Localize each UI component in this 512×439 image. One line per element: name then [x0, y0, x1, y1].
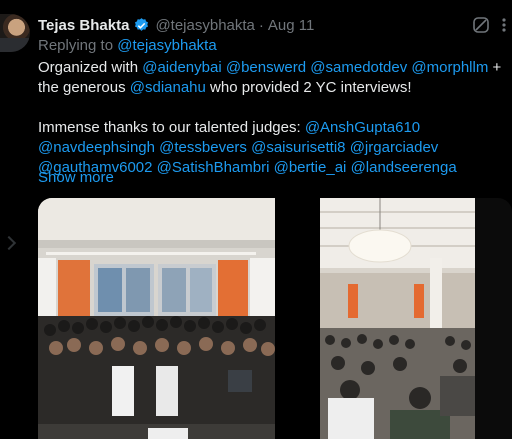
grok-icon[interactable]: [472, 16, 490, 34]
mention-link[interactable]: @jrgarciadev: [350, 139, 439, 156]
author-handle[interactable]: @tejasybhakta: [155, 17, 254, 34]
reply-mention-link[interactable]: @tejasybhakta: [117, 37, 216, 54]
avatar[interactable]: [0, 14, 30, 52]
mention-link[interactable]: @morphllm: [411, 59, 488, 76]
mention-link[interactable]: @aidenybai: [142, 59, 221, 76]
text-segment: Immense thanks to our talented judges:: [38, 119, 305, 136]
tweet[interactable]: Tejas Bhakta @tejasybhakta · Aug 11 Repl…: [0, 0, 512, 439]
mention-link[interactable]: @benswerd: [226, 59, 306, 76]
author-name[interactable]: Tejas Bhakta: [38, 17, 129, 34]
reply-context: Replying to @tejasybhakta: [38, 37, 217, 54]
mention-link[interactable]: @bertie_ai: [274, 159, 347, 176]
mention-link[interactable]: @samedotdev: [310, 59, 407, 76]
tweet-text: Organized with @aidenybai @benswerd @sam…: [38, 58, 508, 178]
tweet-paragraph-1: Organized with @aidenybai @benswerd @sam…: [38, 58, 508, 98]
chevron-icon: [1, 235, 17, 251]
more-options-icon[interactable]: [497, 16, 511, 34]
text-segment: Organized with: [38, 59, 143, 76]
show-more-link[interactable]: Show more: [38, 169, 114, 186]
separator: ·: [258, 16, 264, 34]
mention-link[interactable]: @AnshGupta610: [305, 119, 420, 136]
photo-edge: [475, 198, 512, 439]
mention-link[interactable]: @landseerenga: [351, 159, 457, 176]
tweet-date[interactable]: Aug 11: [268, 17, 314, 34]
reply-prefix: Replying to: [38, 37, 114, 54]
mention-link[interactable]: @navdeephsingh: [38, 139, 155, 156]
verified-badge-icon: [133, 17, 150, 34]
tweet-header: Tejas Bhakta @tejasybhakta · Aug 11: [38, 15, 314, 35]
mention-link[interactable]: @SatishBhambri: [157, 159, 270, 176]
mention-link[interactable]: @tessbevers: [159, 139, 247, 156]
text-segment: who provided 2 YC interviews!: [205, 79, 412, 96]
media-grid: [38, 198, 512, 439]
mention-link[interactable]: @sdianahu: [130, 79, 206, 96]
mention-link[interactable]: @saisurisetti8: [251, 139, 345, 156]
hackathon-room-photo[interactable]: [320, 198, 475, 439]
group-photo[interactable]: [38, 198, 275, 439]
